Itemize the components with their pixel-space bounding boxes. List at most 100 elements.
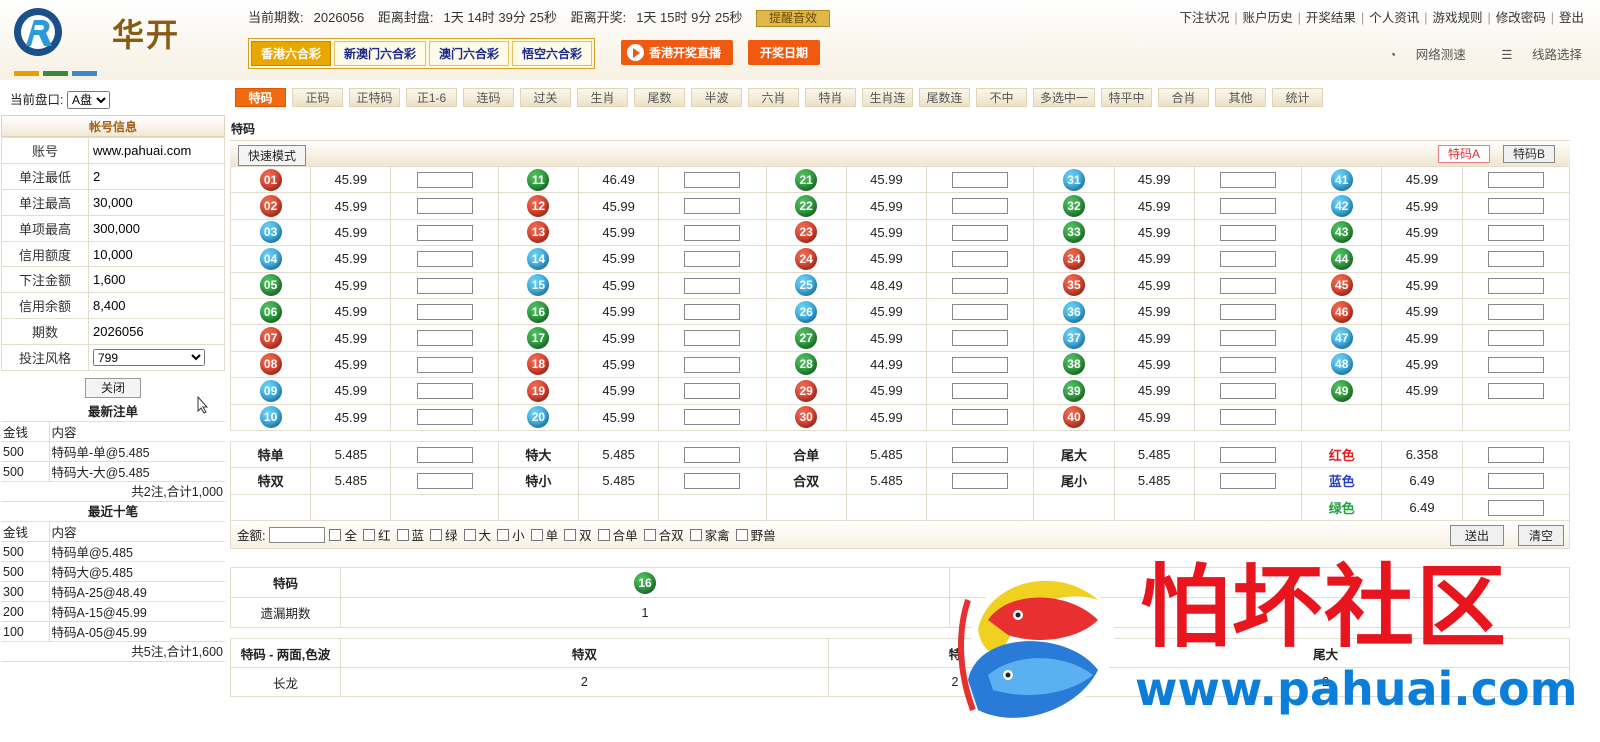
bet-amount-input[interactable]	[416, 198, 473, 215]
checkbox-icon[interactable]	[597, 528, 610, 541]
bet-amount-input[interactable]	[1487, 171, 1544, 188]
bet-amount-input[interactable]	[684, 277, 741, 294]
bet-amount-input[interactable]	[1487, 224, 1544, 241]
game-tab[interactable]: 统计	[1272, 88, 1324, 107]
bet-amount-input[interactable]	[416, 356, 473, 373]
checkbox-icon[interactable]	[530, 528, 543, 541]
bet-amount-input[interactable]	[1487, 277, 1544, 294]
game-tab[interactable]: 生肖	[577, 88, 628, 107]
bet-amount-input[interactable]	[416, 330, 473, 347]
bet-amount-input[interactable]	[952, 409, 1009, 426]
bet-amount-input[interactable]	[684, 224, 741, 241]
bet-amount-input[interactable]	[952, 224, 1009, 241]
bet-amount-input[interactable]	[416, 383, 473, 400]
bet-amount-input[interactable]	[1487, 383, 1544, 400]
net-test-link[interactable]: ◔ 网络测速	[1373, 48, 1466, 62]
top-link[interactable]: 登出	[1559, 11, 1584, 25]
bet-amount-input[interactable]	[684, 251, 741, 268]
quick-check[interactable]: 红	[363, 525, 391, 544]
quick-check[interactable]: 全	[329, 525, 357, 544]
side-bet-input[interactable]	[1219, 446, 1276, 463]
checkbox-icon[interactable]	[463, 528, 476, 541]
bet-amount-input[interactable]	[952, 356, 1009, 373]
quick-check[interactable]: 双	[564, 525, 592, 544]
tab-tema-a[interactable]: 特码A	[1437, 145, 1490, 163]
checkbox-icon[interactable]	[643, 528, 656, 541]
game-tab[interactable]: 正特码	[349, 88, 400, 107]
quick-check[interactable]: 家禽	[689, 525, 730, 544]
bet-amount-input[interactable]	[1219, 224, 1276, 241]
amount-input[interactable]	[269, 526, 326, 543]
checkbox-icon[interactable]	[564, 528, 577, 541]
quick-check[interactable]: 单	[530, 525, 558, 544]
bet-amount-input[interactable]	[952, 303, 1009, 320]
bet-amount-input[interactable]	[1487, 356, 1544, 373]
game-tab[interactable]: 六肖	[748, 88, 799, 107]
remind-sound-button[interactable]: 提醒音效	[756, 10, 831, 27]
checkbox-icon[interactable]	[735, 528, 748, 541]
bet-style-select[interactable]: 799	[93, 349, 205, 367]
bet-amount-input[interactable]	[1487, 330, 1544, 347]
checkbox-icon[interactable]	[363, 528, 375, 541]
game-tab[interactable]: 尾数	[634, 88, 685, 107]
quick-check[interactable]: 绿	[430, 525, 458, 544]
checkbox-icon[interactable]	[329, 528, 342, 541]
close-button[interactable]: 关闭	[85, 378, 141, 399]
game-tab[interactable]: 半波	[691, 88, 742, 107]
top-link[interactable]: 游戏规则	[1432, 11, 1482, 25]
bet-amount-input[interactable]	[416, 224, 473, 241]
bet-amount-input[interactable]	[1219, 198, 1276, 215]
tab-tema-b[interactable]: 特码B	[1502, 145, 1555, 163]
bet-amount-input[interactable]	[416, 409, 473, 426]
game-tab[interactable]: 连码	[463, 88, 514, 107]
bet-amount-input[interactable]	[1219, 277, 1276, 294]
game-tab[interactable]: 生肖连	[862, 88, 913, 107]
top-link[interactable]: 个人资讯	[1369, 11, 1419, 25]
bet-amount-input[interactable]	[952, 277, 1009, 294]
live-draw-button[interactable]: 香港开奖直播	[621, 40, 734, 65]
bet-amount-input[interactable]	[416, 171, 473, 188]
game-tab[interactable]: 正码	[292, 88, 343, 107]
pankou-select[interactable]: A盘	[66, 91, 110, 109]
bet-amount-input[interactable]	[684, 383, 741, 400]
lottery-tab[interactable]: 新澳门六合彩	[334, 41, 427, 66]
bet-amount-input[interactable]	[952, 330, 1009, 347]
bet-amount-input[interactable]	[1219, 303, 1276, 320]
checkbox-icon[interactable]	[689, 528, 702, 541]
bet-amount-input[interactable]	[684, 409, 741, 426]
game-tab[interactable]: 多选中一	[1033, 88, 1096, 107]
bet-amount-input[interactable]	[684, 198, 741, 215]
game-tab[interactable]: 特平中	[1101, 88, 1153, 107]
top-link[interactable]: 修改密码	[1496, 11, 1546, 25]
side-bet-input[interactable]	[416, 473, 473, 490]
side-bet-input[interactable]	[1487, 499, 1544, 516]
checkbox-icon[interactable]	[396, 528, 409, 541]
bet-amount-input[interactable]	[1219, 251, 1276, 268]
bet-amount-input[interactable]	[1219, 383, 1276, 400]
bet-amount-input[interactable]	[952, 171, 1009, 188]
side-bet-input[interactable]	[952, 473, 1009, 490]
checkbox-icon[interactable]	[497, 528, 510, 541]
quick-check[interactable]: 蓝	[396, 525, 424, 544]
top-link[interactable]: 下注状况	[1179, 11, 1229, 25]
game-tab[interactable]: 其他	[1215, 88, 1267, 107]
bet-amount-input[interactable]	[1219, 330, 1276, 347]
quick-check[interactable]: 野兽	[735, 525, 776, 544]
quick-mode-button[interactable]: 快速模式	[238, 145, 307, 166]
line-select-link[interactable]: ☰ 线路选择	[1485, 48, 1582, 62]
game-tab[interactable]: 不中	[976, 88, 1027, 107]
bet-amount-input[interactable]	[1487, 303, 1544, 320]
send-button[interactable]: 送出	[1449, 525, 1504, 547]
side-bet-input[interactable]	[684, 446, 741, 463]
bet-amount-input[interactable]	[416, 251, 473, 268]
clear-button[interactable]: 清空	[1517, 525, 1564, 547]
draw-date-button[interactable]: 开奖日期	[748, 40, 821, 65]
checkbox-icon[interactable]	[430, 528, 443, 541]
quick-check[interactable]: 大	[463, 525, 491, 544]
game-tab[interactable]: 过关	[520, 88, 571, 107]
side-bet-input[interactable]	[684, 473, 741, 490]
quick-check[interactable]: 小	[497, 525, 525, 544]
bet-amount-input[interactable]	[1487, 198, 1544, 215]
quick-check[interactable]: 合双	[643, 525, 684, 544]
bet-amount-input[interactable]	[684, 171, 741, 188]
